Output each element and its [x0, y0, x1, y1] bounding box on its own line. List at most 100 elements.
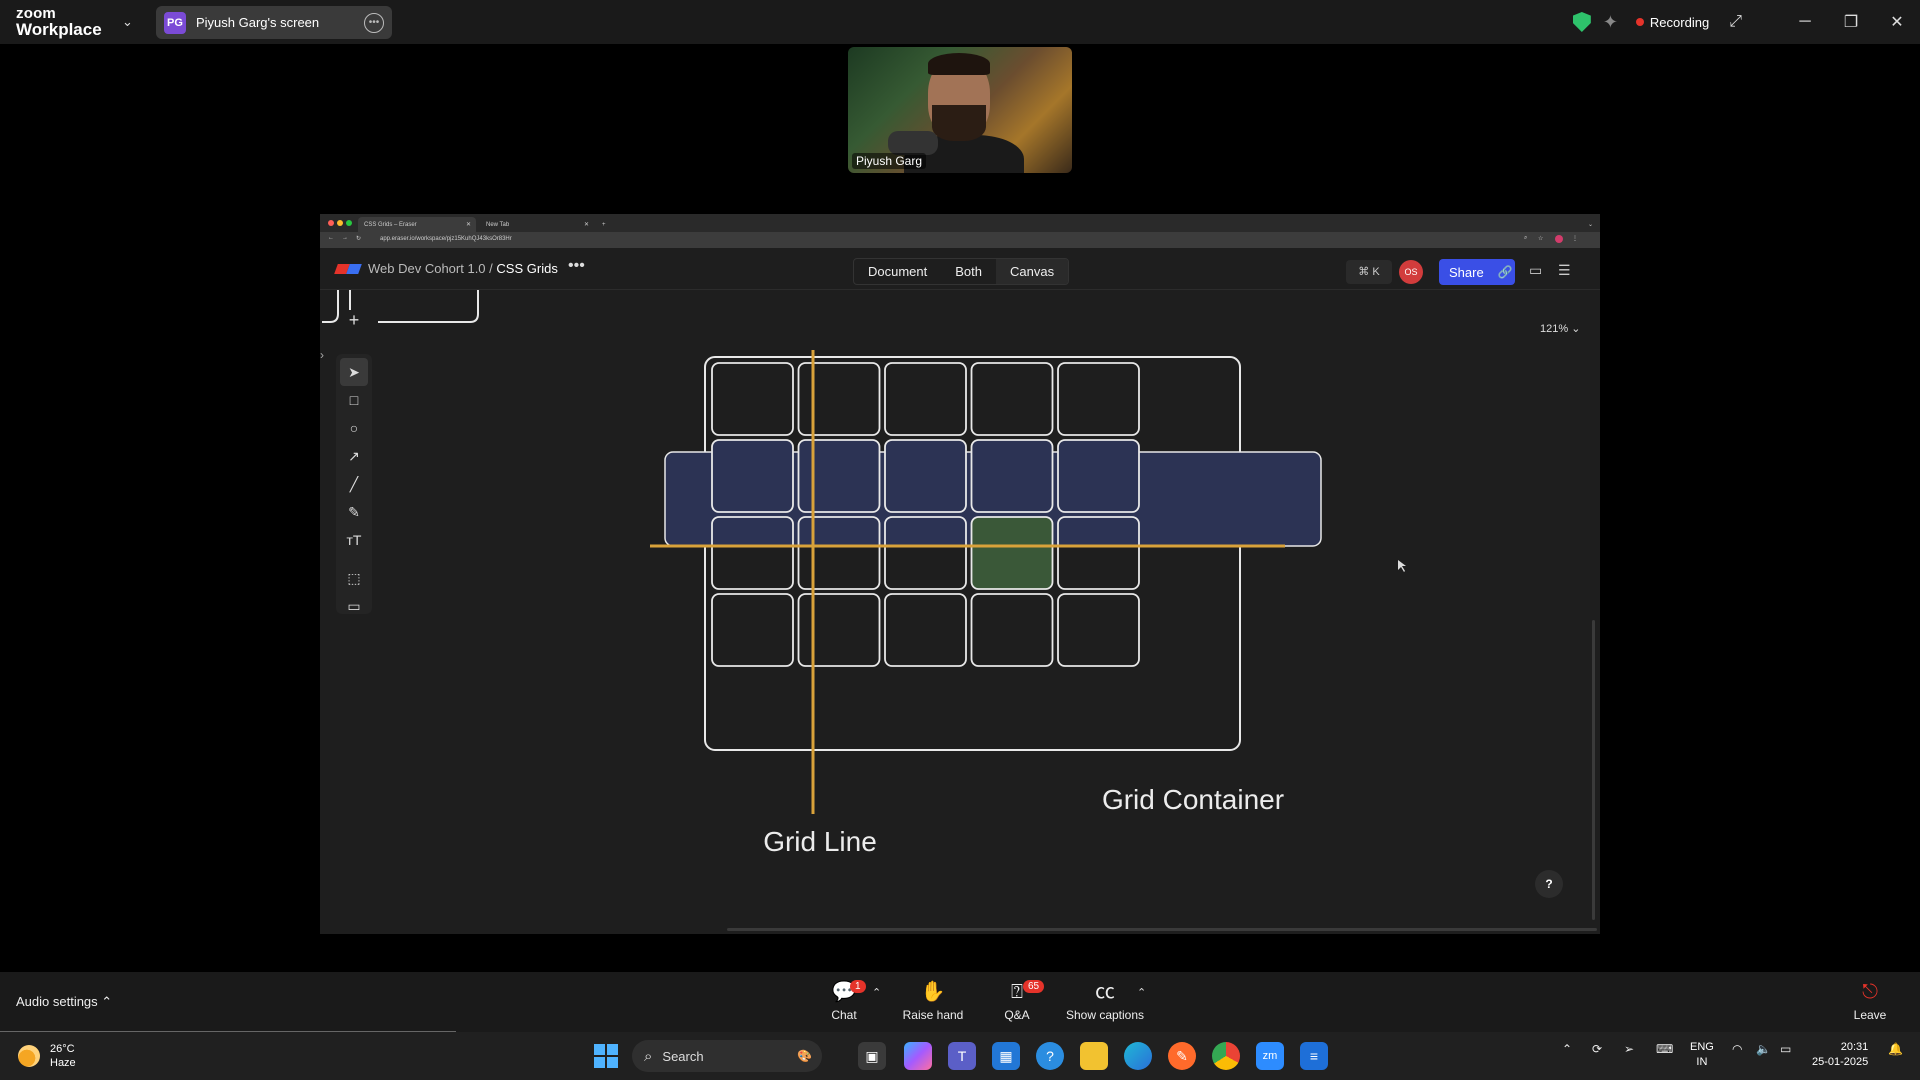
taskbar-search[interactable]: ⌕ Search 🎨	[632, 1040, 822, 1072]
notification-icon[interactable]: 🔔	[1888, 1042, 1903, 1056]
sync-icon[interactable]: ⟳	[1592, 1042, 1602, 1056]
comment-tool-icon[interactable]: ▭	[340, 592, 368, 620]
command-palette-button[interactable]: ⌘ K	[1346, 260, 1392, 284]
line-tool-icon[interactable]: ╱	[340, 470, 368, 498]
add-icon[interactable]: +	[340, 306, 368, 334]
text-tool-icon[interactable]: ᴛT	[340, 526, 368, 554]
audio-settings-button[interactable]: Audio settings ⌃	[16, 994, 112, 1010]
tray-overflow-icon[interactable]: ⌃	[1562, 1042, 1572, 1056]
leave-button[interactable]: ⎋ Leave	[1845, 978, 1895, 1022]
store-icon[interactable]: ▦	[992, 1042, 1020, 1070]
comments-icon[interactable]: ▭	[1529, 262, 1542, 279]
weather-widget[interactable]: 26°C Haze	[18, 1042, 76, 1070]
grid-cell[interactable]	[884, 362, 967, 436]
new-tab-icon[interactable]: +	[596, 217, 610, 232]
grid-cell[interactable]	[797, 593, 881, 667]
browser-minimize-dot[interactable]	[337, 220, 343, 226]
arrow-tool-icon[interactable]: ↗	[340, 442, 368, 470]
share-button[interactable]: Share 🔗	[1439, 259, 1515, 285]
zoom-lens-icon[interactable]: ⌕	[1524, 235, 1527, 242]
profile-icon[interactable]	[1555, 235, 1563, 243]
chevron-down-icon[interactable]: ⌄	[122, 14, 133, 30]
screen-share-pill[interactable]: PG Piyush Garg's screen •••	[156, 6, 392, 39]
forward-icon[interactable]: →	[342, 235, 348, 241]
zoom-level-dropdown[interactable]: 121% ⌄	[1540, 322, 1580, 335]
chat-options-icon[interactable]: ⌃	[872, 986, 881, 999]
eraser-logo-icon[interactable]	[334, 264, 362, 274]
avatar[interactable]: OS	[1399, 260, 1423, 284]
clock[interactable]: 20:31 25-01-2025	[1812, 1040, 1868, 1070]
url-text[interactable]: app.eraser.io/workspace/pjz15KuhQJ43ksOr…	[380, 236, 512, 242]
captions-options-icon[interactable]: ⌃	[1137, 986, 1146, 999]
grid-cell[interactable]	[711, 362, 794, 436]
ellipse-tool-icon[interactable]: ○	[340, 414, 368, 442]
horizontal-scrollbar[interactable]	[727, 928, 1597, 931]
sidebar-expand-icon[interactable]: ›	[320, 348, 324, 362]
tab-list-icon[interactable]: ⌄	[1582, 217, 1596, 232]
chrome-icon[interactable]	[1212, 1042, 1240, 1070]
grid-cell[interactable]	[970, 516, 1054, 590]
language-indicator[interactable]: ENG IN	[1690, 1040, 1714, 1070]
vertical-scrollbar[interactable]	[1592, 620, 1595, 920]
grid-cell[interactable]	[711, 593, 794, 667]
windows-start-icon[interactable]	[594, 1044, 618, 1068]
view-mode-both[interactable]: Both	[941, 259, 996, 284]
more-options-icon[interactable]: •••	[568, 257, 585, 275]
battery-icon[interactable]: ▭	[1780, 1042, 1791, 1056]
task-view-icon[interactable]: ▣	[858, 1042, 886, 1070]
qa-button[interactable]: ⍰ Q&A 65	[967, 978, 1067, 1022]
bookmark-star-icon[interactable]: ☆	[1538, 235, 1543, 242]
grid-cell[interactable]	[884, 593, 967, 667]
notepad-icon[interactable]: ≡	[1300, 1042, 1328, 1070]
participant-video[interactable]: Piyush Garg	[848, 47, 1072, 173]
browser-close-dot[interactable]	[328, 220, 334, 226]
browser-zoom-dot[interactable]	[346, 220, 352, 226]
security-shield-icon[interactable]	[1572, 12, 1591, 32]
keyboard-icon[interactable]: ⌨	[1656, 1042, 1673, 1056]
wifi-icon[interactable]: ◠	[1732, 1042, 1742, 1056]
grid-cell[interactable]	[970, 439, 1054, 513]
grid-cell[interactable]	[884, 439, 967, 513]
tab-close-icon[interactable]: ✕	[584, 221, 589, 228]
teams-icon[interactable]: T	[948, 1042, 976, 1070]
captions-button[interactable]: ㏄ Show captions	[1055, 978, 1155, 1022]
tab-close-icon[interactable]: ✕	[466, 221, 471, 228]
grid-cell[interactable]	[970, 593, 1054, 667]
grid-line-label[interactable]: Grid Line	[763, 826, 877, 857]
grid-cell[interactable]	[1057, 439, 1140, 513]
back-icon[interactable]: ←	[328, 235, 334, 241]
partial-shape[interactable]	[322, 290, 339, 323]
recording-label[interactable]: Recording	[1650, 15, 1709, 30]
edge-icon[interactable]	[1124, 1042, 1152, 1070]
restore-icon[interactable]: ❐	[1828, 12, 1874, 32]
send-icon[interactable]: ➢	[1624, 1042, 1634, 1056]
help-button[interactable]: ?	[1535, 870, 1563, 898]
grid-cell[interactable]	[797, 362, 881, 436]
fullscreen-icon[interactable]: ⤢	[1729, 13, 1742, 31]
volume-icon[interactable]: 🔈	[1756, 1042, 1771, 1056]
grid-container-label[interactable]: Grid Container	[1102, 784, 1284, 815]
help-app-icon[interactable]: ?	[1036, 1042, 1064, 1070]
breadcrumb-parent[interactable]: Web Dev Cohort 1.0	[368, 261, 486, 276]
chat-button[interactable]: 💬 Chat 1	[794, 978, 894, 1022]
reload-icon[interactable]: ↻	[356, 235, 361, 242]
app-icon[interactable]: ✎	[1168, 1042, 1196, 1070]
breadcrumb-current[interactable]: CSS Grids	[496, 261, 557, 276]
frame-tool-icon[interactable]: ⬚	[340, 564, 368, 592]
partial-shape[interactable]	[378, 290, 479, 323]
grid-cell[interactable]	[711, 439, 794, 513]
link-icon[interactable]: 🔗	[1498, 265, 1513, 279]
grid-cell[interactable]	[970, 362, 1054, 436]
rectangle-tool-icon[interactable]: □	[340, 386, 368, 414]
pen-tool-icon[interactable]: ✎	[340, 498, 368, 526]
grid-cell[interactable]	[1057, 593, 1140, 667]
more-icon[interactable]: •••	[364, 12, 384, 33]
file-explorer-icon[interactable]	[1080, 1042, 1108, 1070]
grid-cell[interactable]	[1057, 362, 1140, 436]
outline-panel-icon[interactable]: ☰	[1558, 262, 1571, 279]
zoom-app-icon[interactable]: zm	[1256, 1042, 1284, 1070]
ai-companion-icon[interactable]: ✦	[1603, 12, 1618, 33]
close-icon[interactable]: ✕	[1874, 12, 1920, 32]
browser-menu-icon[interactable]: ⋮	[1572, 235, 1578, 242]
minimize-icon[interactable]: ─	[1782, 13, 1828, 31]
